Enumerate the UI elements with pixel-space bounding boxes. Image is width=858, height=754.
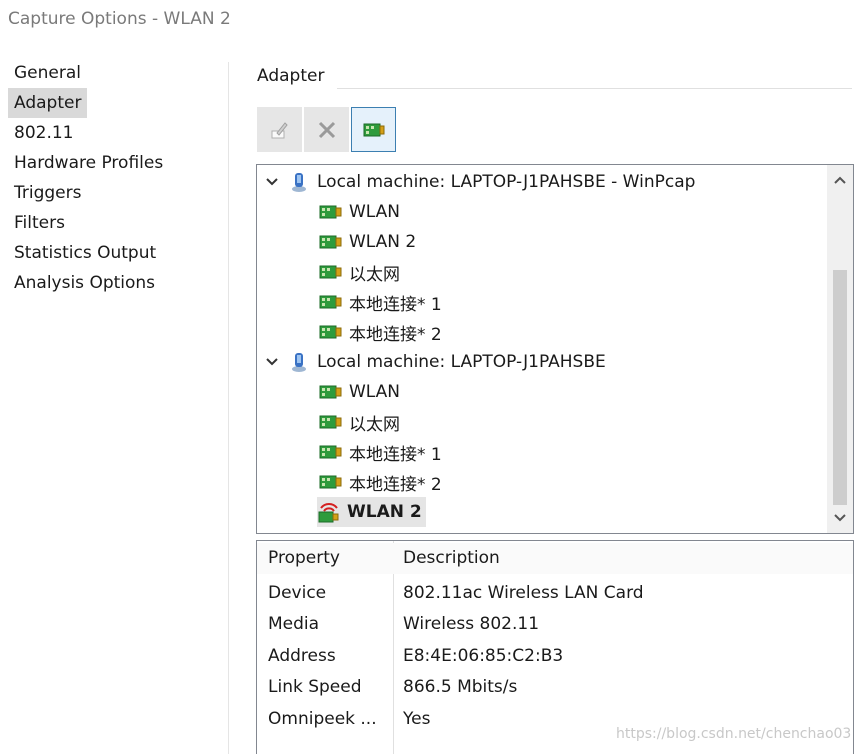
property-value: E8:4E:06:85:C2:B3: [403, 646, 564, 666]
network-adapter-icon: [319, 381, 343, 403]
tree-item-label: WLAN: [349, 202, 401, 222]
scroll-down-icon[interactable]: [827, 505, 853, 531]
property-name: Omnipeek ...: [268, 709, 377, 729]
computer-icon: [287, 171, 311, 193]
tree-group-winpcap[interactable]: Local machine: LAPTOP-J1PAHSBE - WinPcap: [263, 167, 695, 197]
adapter-toolbar: [257, 107, 396, 155]
tree-item[interactable]: 以太网: [319, 257, 400, 287]
tree-item[interactable]: WLAN: [319, 197, 400, 227]
properties-header: Property Description: [257, 543, 853, 574]
network-adapter-icon: [319, 441, 343, 463]
delete-button[interactable]: [304, 107, 349, 152]
table-row: Link Speed 866.5 Mbits/s: [257, 672, 853, 703]
tree-group-local[interactable]: Local machine: LAPTOP-J1PAHSBE: [263, 347, 606, 377]
network-adapter-icon: [319, 261, 343, 283]
nav-divider: [228, 62, 229, 754]
network-adapter-icon: [319, 321, 343, 343]
tree-item-label: 本地连接* 2: [349, 474, 442, 495]
tree-item[interactable]: 本地连接* 1: [319, 287, 442, 317]
scroll-thumb[interactable]: [833, 270, 847, 505]
nav-item-statistics-output[interactable]: Statistics Output: [8, 238, 162, 268]
nav-item-80211[interactable]: 802.11: [8, 118, 79, 148]
tree-item[interactable]: WLAN: [319, 377, 400, 407]
scroll-up-icon[interactable]: [827, 167, 853, 193]
tree-item-label: 本地连接* 1: [349, 444, 442, 465]
delete-icon: [318, 121, 335, 138]
chevron-down-icon[interactable]: [263, 357, 281, 367]
property-value: 866.5 Mbits/s: [403, 677, 518, 697]
section-title: Adapter: [257, 66, 325, 86]
property-name: Link Speed: [268, 677, 362, 697]
tree-group-label: Local machine: LAPTOP-J1PAHSBE - WinPcap: [317, 172, 696, 192]
chevron-down-icon[interactable]: [263, 177, 281, 187]
edit-icon: [271, 121, 288, 138]
watermark: https://blog.csdn.net/chenchao03: [616, 726, 852, 742]
network-adapter-icon: [363, 123, 384, 136]
network-adapter-icon: [319, 231, 343, 253]
header-property: Property: [268, 548, 340, 568]
adapter-tree[interactable]: Local machine: LAPTOP-J1PAHSBE - WinPcap…: [256, 164, 854, 534]
tree-item[interactable]: 本地连接* 2: [319, 467, 442, 497]
table-row: Device 802.11ac Wireless LAN Card: [257, 578, 853, 609]
tree-item-label: 以太网: [349, 264, 400, 285]
add-adapter-button[interactable]: [351, 107, 396, 152]
nav-item-triggers[interactable]: Triggers: [8, 178, 88, 208]
tree-item-label: 本地连接* 1: [349, 294, 442, 315]
tree-item[interactable]: 以太网: [319, 407, 400, 437]
tree-item-label: WLAN: [349, 382, 401, 402]
network-adapter-icon: [319, 201, 343, 223]
tree-group-label: Local machine: LAPTOP-J1PAHSBE: [317, 352, 606, 372]
property-name: Address: [268, 646, 336, 666]
edit-button[interactable]: [257, 107, 302, 152]
window-title: Capture Options - WLAN 2: [8, 9, 231, 29]
tree-item[interactable]: 本地连接* 2: [319, 317, 442, 347]
property-value: 802.11ac Wireless LAN Card: [403, 583, 644, 603]
network-adapter-icon: [319, 471, 343, 493]
property-name: Media: [268, 614, 320, 634]
network-adapter-icon: [319, 411, 343, 433]
tree-item-label: 本地连接* 2: [349, 324, 442, 345]
wireless-adapter-icon: [317, 501, 341, 523]
nav-item-analysis-options[interactable]: Analysis Options: [8, 268, 161, 298]
tree-item[interactable]: WLAN 2: [319, 227, 416, 257]
options-nav: General Adapter 802.11 Hardware Profiles…: [8, 58, 228, 298]
tree-item[interactable]: 本地连接* 1: [319, 437, 442, 467]
property-value: Yes: [403, 709, 431, 729]
nav-item-general[interactable]: General: [8, 58, 87, 88]
properties-table: Property Description Device 802.11ac Wir…: [256, 540, 854, 754]
table-row: Media Wireless 802.11: [257, 609, 853, 640]
header-description: Description: [403, 548, 500, 568]
nav-item-adapter[interactable]: Adapter: [8, 88, 88, 118]
property-name: Device: [268, 583, 327, 603]
property-value: Wireless 802.11: [403, 614, 540, 634]
network-adapter-icon: [319, 291, 343, 313]
nav-item-hardware-profiles[interactable]: Hardware Profiles: [8, 148, 169, 178]
computer-icon: [287, 351, 311, 373]
tree-item-selected[interactable]: WLAN 2: [317, 497, 426, 527]
table-row: Address E8:4E:06:85:C2:B3: [257, 641, 853, 672]
tree-item-label: 以太网: [349, 414, 400, 435]
tree-item-label: WLAN 2: [347, 502, 422, 522]
section-rule: [337, 88, 852, 89]
tree-scrollbar[interactable]: [827, 165, 853, 533]
tree-item-label: WLAN 2: [349, 232, 417, 252]
nav-item-filters[interactable]: Filters: [8, 208, 71, 238]
